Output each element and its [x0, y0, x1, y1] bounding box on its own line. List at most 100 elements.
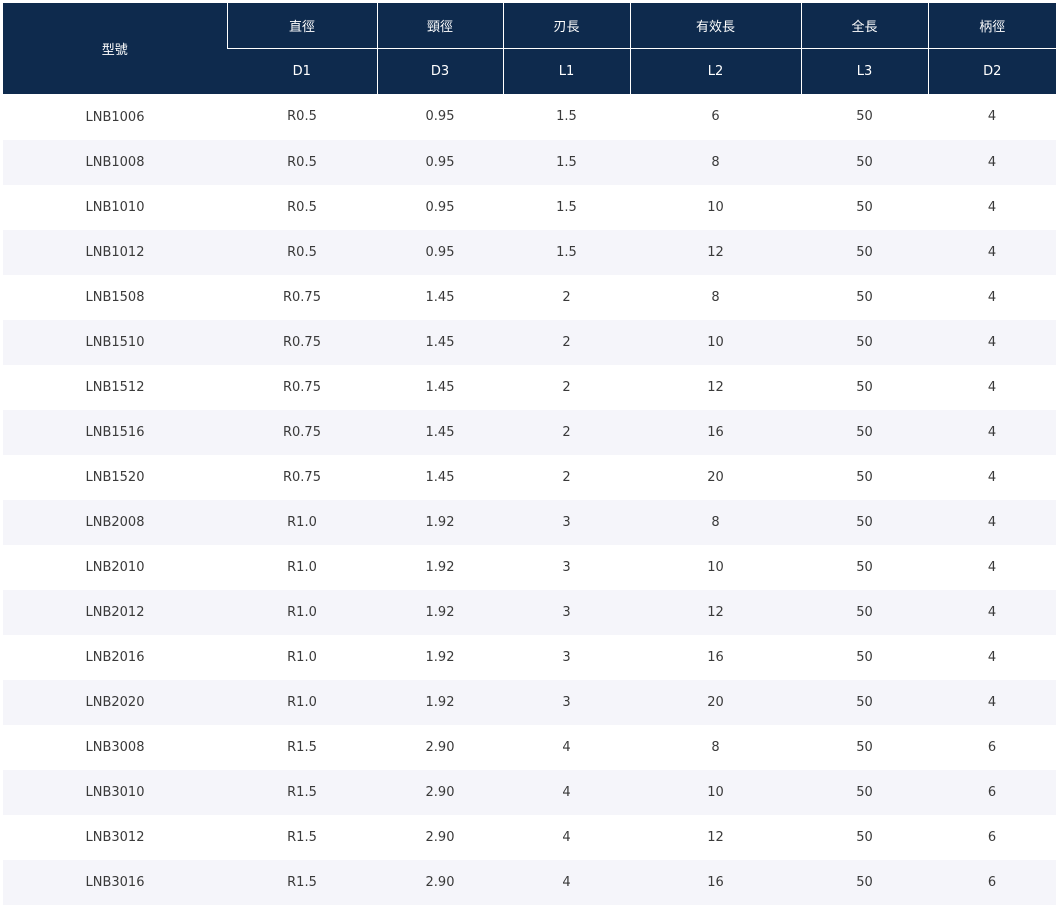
cell-overall-length: 50 [801, 229, 928, 275]
cell-model: LNB1012 [3, 229, 227, 275]
cell-flute-length: 1.5 [503, 139, 630, 185]
cell-flute-length: 2 [503, 409, 630, 455]
cell-overall-length: 50 [801, 724, 928, 770]
cell-shank-diameter: 4 [928, 634, 1056, 680]
cell-diameter: R0.5 [227, 184, 377, 230]
cell-shank-diameter: 4 [928, 229, 1056, 275]
cell-effective-length: 12 [630, 364, 801, 410]
cell-shank-diameter: 6 [928, 814, 1056, 860]
cell-effective-length: 8 [630, 139, 801, 185]
cell-diameter: R0.5 [227, 94, 377, 140]
cell-overall-length: 50 [801, 409, 928, 455]
header-effective-length: 有效長 [629, 3, 801, 49]
cell-effective-length: 16 [630, 409, 801, 455]
cell-overall-length: 50 [801, 184, 928, 230]
cell-model: LNB1512 [3, 364, 227, 410]
table-row: LNB3010 R1.5 2.90 4 10 50 6 [3, 769, 1056, 815]
cell-effective-length: 8 [630, 274, 801, 320]
cell-flute-length: 1.5 [503, 184, 630, 230]
header-code-d3: D3 [376, 48, 503, 94]
cell-diameter: R1.0 [227, 589, 377, 635]
cell-model: LNB1516 [3, 409, 227, 455]
cell-overall-length: 50 [801, 814, 928, 860]
header-row-names: 型號 直徑 頸徑 刃長 有效長 全長 柄徑 [3, 3, 1056, 95]
cell-overall-length: 50 [801, 544, 928, 590]
cell-effective-length: 10 [630, 319, 801, 365]
cell-diameter: R1.0 [227, 544, 377, 590]
cell-effective-length: 10 [630, 769, 801, 815]
cell-model: LNB1010 [3, 184, 227, 230]
cell-neck-diameter: 0.95 [377, 139, 503, 185]
cell-flute-length: 2 [503, 364, 630, 410]
cell-neck-diameter: 1.45 [377, 409, 503, 455]
cell-model: LNB3010 [3, 769, 227, 815]
cell-model: LNB1006 [3, 94, 227, 140]
cell-effective-length: 12 [630, 229, 801, 275]
header-code-l2: L2 [629, 48, 801, 94]
table-row: LNB2016 R1.0 1.92 3 16 50 4 [3, 634, 1056, 680]
cell-overall-length: 50 [801, 454, 928, 500]
cell-diameter: R1.0 [227, 679, 377, 725]
header-code-d1: D1 [227, 48, 377, 94]
cell-model: LNB3008 [3, 724, 227, 770]
cell-flute-length: 4 [503, 814, 630, 860]
cell-diameter: R1.5 [227, 859, 377, 905]
cell-model: LNB1510 [3, 319, 227, 365]
cell-neck-diameter: 0.95 [377, 229, 503, 275]
cell-diameter: R0.75 [227, 454, 377, 500]
cell-neck-diameter: 2.90 [377, 724, 503, 770]
cell-diameter: R0.75 [227, 409, 377, 455]
cell-model: LNB3016 [3, 859, 227, 905]
table-row: LNB1520 R0.75 1.45 2 20 50 4 [3, 454, 1056, 500]
cell-overall-length: 50 [801, 769, 928, 815]
spec-table: 型號 直徑 頸徑 刃長 有效長 全長 柄徑 D1 D3 L1 L2 L3 D2 … [3, 3, 1056, 905]
cell-model: LNB1508 [3, 274, 227, 320]
header-code-l1: L1 [502, 48, 630, 94]
cell-effective-length: 8 [630, 499, 801, 545]
cell-shank-diameter: 4 [928, 139, 1056, 185]
header-shank-diameter: 柄徑 [927, 3, 1056, 49]
cell-neck-diameter: 2.90 [377, 814, 503, 860]
cell-shank-diameter: 4 [928, 274, 1056, 320]
cell-model: LNB2016 [3, 634, 227, 680]
cell-flute-length: 4 [503, 769, 630, 815]
cell-diameter: R1.5 [227, 814, 377, 860]
cell-shank-diameter: 4 [928, 409, 1056, 455]
cell-effective-length: 16 [630, 634, 801, 680]
table-row: LNB1508 R0.75 1.45 2 8 50 4 [3, 274, 1056, 320]
cell-diameter: R0.75 [227, 364, 377, 410]
cell-shank-diameter: 4 [928, 319, 1056, 365]
cell-neck-diameter: 1.92 [377, 679, 503, 725]
cell-flute-length: 2 [503, 319, 630, 365]
header-flute-length: 刃長 [502, 3, 630, 49]
cell-neck-diameter: 1.45 [377, 454, 503, 500]
cell-effective-length: 16 [630, 859, 801, 905]
cell-neck-diameter: 1.92 [377, 634, 503, 680]
cell-diameter: R1.0 [227, 499, 377, 545]
cell-neck-diameter: 1.45 [377, 364, 503, 410]
cell-shank-diameter: 6 [928, 724, 1056, 770]
cell-effective-length: 8 [630, 724, 801, 770]
cell-flute-length: 4 [503, 724, 630, 770]
cell-flute-length: 2 [503, 454, 630, 500]
cell-neck-diameter: 1.92 [377, 589, 503, 635]
cell-diameter: R0.75 [227, 319, 377, 365]
cell-neck-diameter: 1.45 [377, 274, 503, 320]
cell-flute-length: 1.5 [503, 94, 630, 140]
cell-neck-diameter: 2.90 [377, 859, 503, 905]
cell-diameter: R1.5 [227, 769, 377, 815]
cell-effective-length: 20 [630, 454, 801, 500]
cell-overall-length: 50 [801, 679, 928, 725]
cell-flute-length: 1.5 [503, 229, 630, 275]
cell-shank-diameter: 4 [928, 589, 1056, 635]
header-overall-length: 全長 [800, 3, 928, 49]
cell-flute-length: 3 [503, 499, 630, 545]
cell-neck-diameter: 0.95 [377, 94, 503, 140]
cell-overall-length: 50 [801, 499, 928, 545]
table-row: LNB2008 R1.0 1.92 3 8 50 4 [3, 499, 1056, 545]
header-code-d2: D2 [927, 48, 1056, 94]
cell-flute-length: 3 [503, 589, 630, 635]
table-row: LNB2010 R1.0 1.92 3 10 50 4 [3, 544, 1056, 590]
table-row: LNB3016 R1.5 2.90 4 16 50 6 [3, 859, 1056, 905]
cell-model: LNB3012 [3, 814, 227, 860]
